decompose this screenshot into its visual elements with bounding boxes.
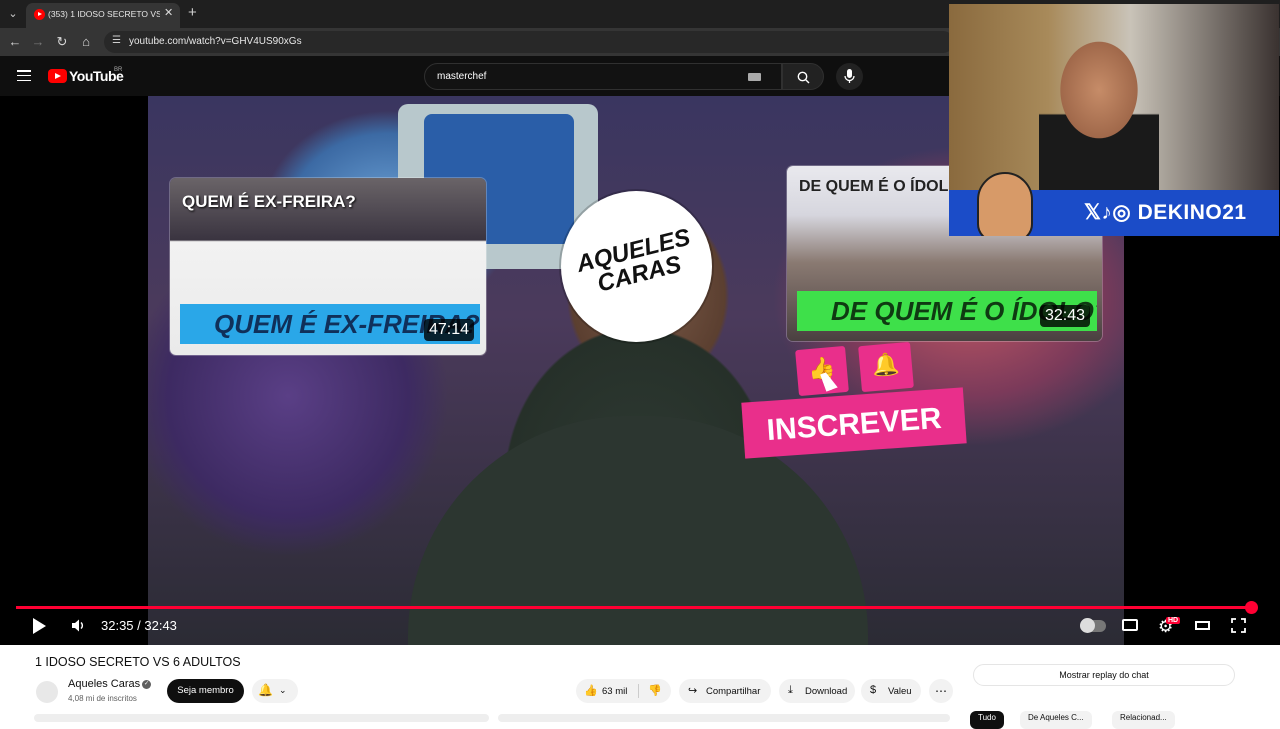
subtitles-icon[interactable] bbox=[1122, 619, 1138, 631]
search-input[interactable]: masterchef bbox=[424, 63, 782, 90]
like-count[interactable]: 63 mil bbox=[602, 686, 627, 697]
reload-icon[interactable]: ↻ bbox=[54, 34, 70, 50]
endscreen-channel-logo[interactable]: AQUELES CARAS bbox=[561, 191, 712, 342]
share-label: Compartilhar bbox=[706, 686, 761, 697]
tab-title: (353) 1 IDOSO SECRETO VS 6 ADULTOS bbox=[48, 9, 160, 19]
search-query: masterchef bbox=[437, 71, 487, 82]
theater-mode-icon[interactable] bbox=[1195, 621, 1210, 630]
channel-name[interactable]: Aqueles Caras bbox=[68, 678, 140, 690]
new-tab-icon[interactable]: + bbox=[188, 4, 197, 21]
play-icon[interactable] bbox=[33, 618, 46, 634]
like-dislike-group: 👍 63 mil 👎 bbox=[576, 679, 671, 703]
fullscreen-icon[interactable] bbox=[1231, 618, 1246, 633]
comment-area-placeholder bbox=[34, 714, 489, 722]
bell-icon: 🔔 bbox=[258, 683, 273, 697]
chip-from-channel[interactable]: De Aqueles C... bbox=[1020, 711, 1092, 729]
chip-related[interactable]: Relacionad... bbox=[1112, 711, 1175, 729]
youtube-logo-icon[interactable] bbox=[48, 69, 67, 83]
overlay-bell-graphic: 🔔 bbox=[858, 341, 914, 393]
browser-tab[interactable]: (353) 1 IDOSO SECRETO VS 6 ADULTOS ✕ bbox=[26, 3, 180, 28]
streamer-webcam: 𝕏♪◎ DEKINO21 bbox=[949, 4, 1279, 236]
progress-scrubber[interactable] bbox=[1245, 601, 1258, 614]
back-icon[interactable]: ← bbox=[7, 34, 23, 50]
close-tab-icon[interactable]: ✕ bbox=[164, 6, 173, 19]
thanks-button[interactable]: $ Valeu bbox=[861, 679, 921, 703]
endscreen-right-duration: 32:43 bbox=[1039, 305, 1090, 327]
download-label: Download bbox=[805, 686, 848, 697]
home-icon[interactable]: ⌂ bbox=[78, 34, 94, 50]
channel-logo-text: AQUELES CARAS bbox=[573, 223, 694, 298]
subscribe-text: INSCREVER bbox=[765, 401, 943, 448]
download-button[interactable]: ⤓ Download bbox=[779, 679, 855, 703]
video-title: 1 IDOSO SECRETO VS 6 ADULTOS bbox=[35, 655, 241, 669]
show-chat-replay-button[interactable]: Mostrar replay do chat bbox=[973, 664, 1235, 686]
endscreen-left-title: QUEM É EX-FREIRA? bbox=[182, 192, 356, 211]
address-bar[interactable]: ☰ youtube.com/watch?v=GHV4US90xGs bbox=[104, 31, 954, 53]
share-icon: ↪ bbox=[688, 685, 698, 697]
endscreen-left-duration: 47:14 bbox=[423, 319, 474, 341]
search-icon bbox=[797, 71, 810, 84]
verified-icon: ✓ bbox=[142, 680, 151, 689]
webcam-streamer bbox=[1039, 20, 1159, 190]
share-button[interactable]: ↪ Compartilhar bbox=[679, 679, 771, 703]
overlay-like-graphic: 👍 bbox=[795, 345, 849, 397]
thumbs-down-icon[interactable]: 👎 bbox=[648, 684, 662, 697]
notifications-button[interactable]: 🔔 ⌄ bbox=[252, 679, 298, 703]
thanks-icon: $ bbox=[870, 684, 877, 696]
search-button[interactable] bbox=[782, 63, 824, 90]
youtube-favicon-icon bbox=[34, 9, 45, 20]
forward-icon[interactable]: → bbox=[30, 34, 46, 50]
subscriber-count: 4,08 mi de inscritos bbox=[68, 694, 137, 703]
chip-all[interactable]: Tudo bbox=[970, 711, 1004, 729]
download-icon: ⤓ bbox=[788, 684, 793, 696]
description-placeholder bbox=[498, 714, 950, 722]
endscreen-video-left[interactable]: QUEM É EX-FREIRA? QUEM É EX-FREIRA? 47:1… bbox=[170, 178, 486, 355]
menu-icon[interactable] bbox=[17, 70, 31, 82]
tab-search-dropdown-icon[interactable]: ⌄ bbox=[4, 5, 22, 23]
channel-avatar[interactable] bbox=[36, 681, 58, 703]
volume-icon[interactable] bbox=[71, 618, 86, 633]
more-actions-button[interactable]: ⋯ bbox=[929, 679, 953, 703]
social-handle: DEKINO21 bbox=[1137, 201, 1247, 224]
progress-bar[interactable] bbox=[16, 606, 1252, 609]
endscreen-right-title: DE QUEM É O ÍDOLO? bbox=[799, 178, 971, 195]
chevron-down-icon: ⌄ bbox=[279, 685, 287, 695]
join-membership-button[interactable]: Seja membro bbox=[167, 679, 244, 703]
bell-icon: 🔔 bbox=[871, 350, 901, 379]
thanks-label: Valeu bbox=[888, 686, 912, 697]
thumbs-up-icon[interactable]: 👍 bbox=[584, 684, 598, 697]
autoplay-toggle[interactable] bbox=[1080, 618, 1106, 633]
webcam-handle: 𝕏♪◎ DEKINO21 bbox=[1084, 201, 1247, 224]
keyboard-icon[interactable] bbox=[748, 73, 761, 81]
video-info-section: 1 IDOSO SECRETO VS 6 ADULTOS Aqueles Car… bbox=[0, 645, 1280, 729]
like-divider bbox=[638, 684, 639, 698]
hd-badge: HD bbox=[1166, 617, 1181, 624]
microphone-icon bbox=[844, 69, 855, 83]
url-text: youtube.com/watch?v=GHV4US90xGs bbox=[129, 36, 302, 47]
country-code: BR bbox=[114, 67, 123, 73]
cartoon-avatar-icon bbox=[977, 172, 1033, 236]
time-display: 32:35 / 32:43 bbox=[101, 618, 177, 633]
site-info-icon[interactable]: ☰ bbox=[112, 35, 121, 46]
voice-search-button[interactable] bbox=[836, 63, 863, 90]
